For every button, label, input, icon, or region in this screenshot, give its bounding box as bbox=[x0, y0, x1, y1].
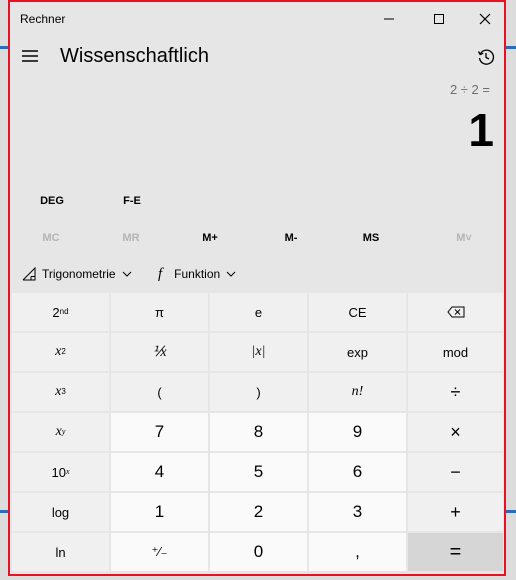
maximize-button[interactable] bbox=[416, 2, 462, 36]
history-button[interactable] bbox=[472, 44, 500, 70]
subtract-key[interactable]: − bbox=[407, 452, 504, 492]
divide-key[interactable]: ÷ bbox=[407, 372, 504, 412]
memory-recall-button[interactable]: MR bbox=[91, 226, 171, 250]
fe-button[interactable]: F-E bbox=[110, 190, 154, 212]
power-key[interactable]: xy bbox=[11, 412, 110, 452]
function-dropdown[interactable]: f Funktion bbox=[158, 256, 236, 292]
mode-title: Wissenschaftlich bbox=[60, 45, 209, 67]
trigonometry-label: Trigonometrie bbox=[42, 267, 116, 281]
digit-4-key[interactable]: 4 bbox=[110, 452, 209, 492]
calculator-window: Rechner Wissenschaftlich 2 ÷ 2 = 1 DEG F… bbox=[8, 0, 506, 576]
negate-key[interactable]: ⁺∕₋ bbox=[110, 532, 209, 572]
chevron-down-icon bbox=[122, 271, 131, 277]
equals-key[interactable]: = bbox=[407, 532, 504, 572]
function-label: Funktion bbox=[174, 267, 221, 281]
function-icon: f bbox=[158, 265, 163, 282]
digit-9-key[interactable]: 9 bbox=[308, 412, 407, 452]
chevron-down-icon bbox=[226, 271, 236, 277]
function-row: Trigonometrie f Funktion bbox=[10, 256, 504, 292]
close-icon bbox=[479, 13, 491, 25]
reciprocal-key[interactable]: ⅟x bbox=[110, 332, 209, 372]
maximize-icon bbox=[434, 14, 444, 24]
square-key[interactable]: x2 bbox=[11, 332, 110, 372]
memory-store-button[interactable]: MS bbox=[331, 226, 411, 250]
digit-1-key[interactable]: 1 bbox=[110, 492, 209, 532]
memory-row: MC MR M+ M- MS M˅ bbox=[10, 226, 504, 250]
add-key[interactable]: + bbox=[407, 492, 504, 532]
e-key[interactable]: e bbox=[209, 292, 308, 332]
log-key[interactable]: log bbox=[11, 492, 110, 532]
cube-key[interactable]: x3 bbox=[11, 372, 110, 412]
second-function-key[interactable]: 2nd bbox=[11, 292, 110, 332]
absolute-value-key[interactable]: |x| bbox=[209, 332, 308, 372]
digit-3-key[interactable]: 3 bbox=[308, 492, 407, 532]
pi-key[interactable]: π bbox=[110, 292, 209, 332]
triangle-icon bbox=[22, 267, 36, 281]
digit-2-key[interactable]: 2 bbox=[209, 492, 308, 532]
title-bar: Rechner bbox=[10, 2, 504, 36]
ln-key[interactable]: ln bbox=[11, 532, 110, 572]
digit-7-key[interactable]: 7 bbox=[110, 412, 209, 452]
minimize-icon bbox=[384, 18, 394, 20]
memory-subtract-button[interactable]: M- bbox=[251, 226, 331, 250]
memory-clear-button[interactable]: MC bbox=[11, 226, 91, 250]
expression-display: 2 ÷ 2 = bbox=[449, 82, 490, 97]
angle-unit-button[interactable]: DEG bbox=[30, 190, 74, 212]
digit-5-key[interactable]: 5 bbox=[209, 452, 308, 492]
hamburger-icon bbox=[22, 50, 38, 62]
angle-row: DEG F-E bbox=[10, 190, 504, 212]
digit-0-key[interactable]: 0 bbox=[209, 532, 308, 572]
multiply-key[interactable]: × bbox=[407, 412, 504, 452]
digit-8-key[interactable]: 8 bbox=[209, 412, 308, 452]
right-paren-key[interactable]: ) bbox=[209, 372, 308, 412]
result-display: 1 bbox=[468, 104, 494, 156]
backspace-icon bbox=[446, 306, 464, 318]
digit-6-key[interactable]: 6 bbox=[308, 452, 407, 492]
left-paren-key[interactable]: ( bbox=[110, 372, 209, 412]
close-button[interactable] bbox=[462, 2, 508, 36]
navigation-menu-button[interactable] bbox=[16, 44, 44, 68]
clear-entry-key[interactable]: CE bbox=[308, 292, 407, 332]
minimize-button[interactable] bbox=[366, 2, 412, 36]
memory-list-button[interactable]: M˅ bbox=[424, 226, 504, 250]
ten-power-key[interactable]: 10 x bbox=[11, 452, 110, 492]
trigonometry-dropdown[interactable]: Trigonometrie bbox=[22, 256, 132, 292]
history-icon bbox=[477, 49, 495, 65]
mod-key[interactable]: mod bbox=[407, 332, 504, 372]
backspace-key[interactable] bbox=[407, 292, 504, 332]
keypad: 2nd π e CE x2 ⅟x |x| exp mod x3 ( ) n! ÷… bbox=[10, 292, 504, 574]
header: Wissenschaftlich bbox=[10, 38, 504, 78]
app-title: Rechner bbox=[20, 12, 66, 26]
exp-key[interactable]: exp bbox=[308, 332, 407, 372]
decimal-key[interactable]: , bbox=[308, 532, 407, 572]
memory-add-button[interactable]: M+ bbox=[170, 226, 250, 250]
factorial-key[interactable]: n! bbox=[308, 372, 407, 412]
